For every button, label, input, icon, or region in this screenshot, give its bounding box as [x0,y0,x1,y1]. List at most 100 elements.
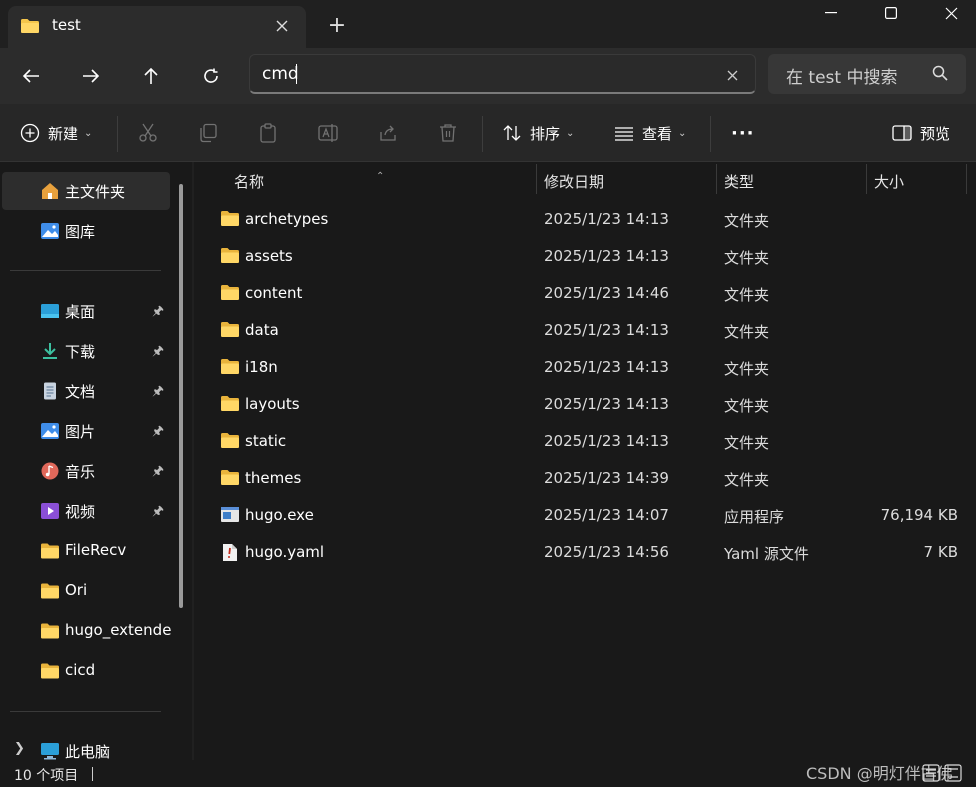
file-date: 2025/1/23 14:13 [544,321,669,339]
new-tab-button[interactable]: + [324,12,350,38]
exe-icon [220,506,240,527]
folder-icon [40,662,60,680]
search-placeholder[interactable]: 在 test 中搜索 [786,63,897,88]
sidebar-item-desktop[interactable]: 桌面 🖈 [2,292,170,330]
clear-icon[interactable] [721,64,743,86]
file-date: 2025/1/23 14:13 [544,247,669,265]
sidebar-item-filerecv[interactable]: FileRecv [2,532,170,570]
view-icon [615,127,633,141]
new-label: 新建 [48,124,79,143]
sidebar-item-label: 图片 [65,423,96,441]
sidebar-item-ori[interactable]: Ori [2,572,170,610]
up-button[interactable] [133,58,169,94]
sidebar-item-downloads[interactable]: 下载 🖈 [2,332,170,370]
file-type: 文件夹 [724,434,770,452]
pin-icon[interactable]: 🖈 [152,502,164,524]
sidebar-item-home[interactable]: 主文件夹 [2,172,170,210]
file-type: 文件夹 [724,397,770,415]
computer-icon [40,742,60,760]
file-row[interactable]: content 2025/1/23 14:46 文件夹 [194,275,970,312]
chevron-down-icon: ⌄ [84,127,93,139]
sidebar-item-documents[interactable]: 文档 🖈 [2,372,170,410]
pin-icon[interactable]: 🖈 [152,462,164,484]
file-row[interactable]: archetypes 2025/1/23 14:13 文件夹 [194,201,970,238]
file-row[interactable]: data 2025/1/23 14:13 文件夹 [194,312,970,349]
window-close-icon[interactable] [926,0,976,26]
pin-icon[interactable]: 🖈 [152,382,164,404]
file-size: 7 KB [923,543,958,561]
file-row[interactable]: themes 2025/1/23 14:39 文件夹 [194,460,970,497]
file-name: hugo.yaml [245,543,325,561]
sidebar-item-hugo-extended[interactable]: hugo_extende [2,612,172,650]
tiles-view-icon[interactable] [944,764,962,786]
back-button[interactable] [13,58,49,94]
pin-icon[interactable]: 🖈 [152,422,164,444]
delete-button[interactable] [438,118,458,148]
document-icon [40,382,60,400]
details-view-icon[interactable] [922,764,940,786]
sidebar-item-videos[interactable]: 视频 🖈 [2,492,170,530]
sidebar-item-pictures[interactable]: 图片 🖈 [2,412,170,450]
search-icon[interactable] [932,65,948,85]
sidebar-scrollbar[interactable] [179,184,183,608]
copy-button[interactable] [198,118,218,148]
column-divider[interactable] [716,164,717,194]
sidebar-item-this-pc[interactable]: ❯ 此电脑 [2,732,170,760]
video-icon [40,502,60,520]
rename-button[interactable] [318,118,340,148]
tab-close-icon[interactable] [270,14,294,38]
folder-icon [220,469,240,490]
forward-button[interactable] [73,58,109,94]
home-icon [40,182,60,200]
chevron-down-icon: ⌄ [678,127,687,139]
sidebar-item-label: 视频 [65,503,96,521]
file-type: 文件夹 [724,360,770,378]
sidebar-item-music[interactable]: 音乐 🖈 [2,452,170,490]
column-divider[interactable] [966,164,967,194]
file-row[interactable]: hugo.yaml 2025/1/23 14:56 Yaml 源文件 7 KB [194,534,970,571]
column-header-size[interactable]: 大小 [874,171,904,192]
delete-icon [440,124,456,142]
preview-button[interactable]: 预览 [892,118,950,148]
sidebar-item-gallery[interactable]: 图库 [2,212,170,250]
file-row[interactable]: static 2025/1/23 14:13 文件夹 [194,423,970,460]
file-row[interactable]: layouts 2025/1/23 14:13 文件夹 [194,386,970,423]
address-input[interactable] [262,63,702,85]
file-row[interactable]: hugo.exe 2025/1/23 14:07 应用程序 76,194 KB [194,497,970,534]
file-type: 应用程序 [724,508,785,526]
column-header-type[interactable]: 类型 [724,171,754,192]
chevron-right-icon[interactable]: ❯ [14,741,25,756]
more-options-button[interactable]: ··· [731,118,755,148]
column-divider[interactable] [536,164,537,194]
file-type: 文件夹 [724,471,770,489]
maximize-icon[interactable] [866,0,916,26]
sidebar-item-label: 图库 [65,223,96,241]
sidebar-item-label: 下载 [65,343,96,361]
file-row[interactable]: i18n 2025/1/23 14:13 文件夹 [194,349,970,386]
column-header-name[interactable]: 名称 [234,171,264,192]
sort-button[interactable]: 排序 ⌄ [502,118,574,148]
status-separator [92,767,93,781]
file-date: 2025/1/23 14:07 [544,506,669,524]
view-button[interactable]: 查看 ⌄ [614,118,686,148]
file-row[interactable]: assets 2025/1/23 14:13 文件夹 [194,238,970,275]
column-header-date[interactable]: 修改日期 [544,171,604,192]
cut-button[interactable] [138,118,158,148]
share-button[interactable] [378,118,398,148]
item-count: 10 个项目 [14,768,79,784]
title-bar: test + [0,0,976,48]
pin-icon[interactable]: 🖈 [152,342,164,364]
minimize-icon[interactable] [806,0,856,26]
column-divider[interactable] [866,164,867,194]
paste-button[interactable] [258,118,278,148]
new-button[interactable]: 新建 ⌄ [20,118,92,148]
address-bar[interactable] [249,54,756,94]
file-name: themes [245,469,302,487]
file-list: 名称 ⌃ 修改日期 类型 大小 archetypes 2025/1/23 14:… [194,162,976,760]
sidebar-item-label: hugo_extende [65,621,172,639]
refresh-button[interactable] [193,58,229,94]
tab-test[interactable]: test [8,6,306,48]
search-box[interactable]: 在 test 中搜索 [768,54,966,94]
sidebar-item-cicd[interactable]: cicd [2,652,170,690]
pin-icon[interactable]: 🖈 [152,302,164,324]
